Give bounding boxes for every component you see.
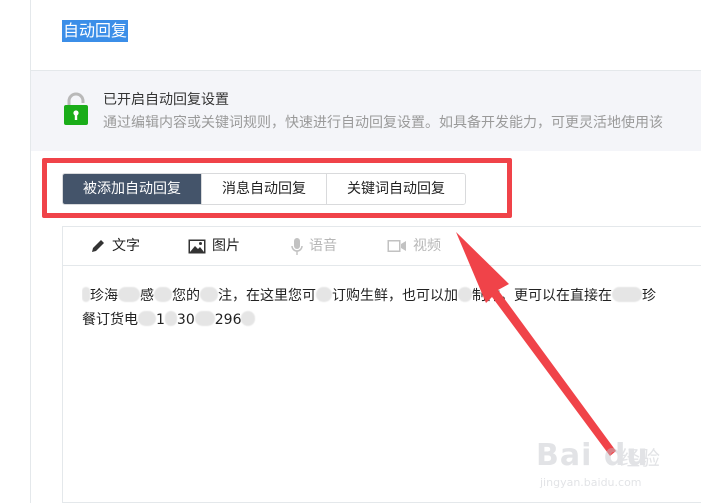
image-icon — [188, 239, 206, 253]
pencil-icon — [92, 240, 104, 252]
toolbar-video-label: 视频 — [413, 238, 441, 254]
toolbar-image-label: 图片 — [212, 238, 240, 254]
redacted-text — [154, 287, 172, 302]
video-icon — [387, 240, 406, 252]
content-line-2: 餐订货电 1 30 296 — [82, 308, 701, 332]
redacted-text — [118, 287, 140, 302]
redacted-text — [241, 311, 256, 326]
microphone-icon — [291, 237, 303, 255]
toolbar-video-button[interactable]: 视频 — [387, 227, 441, 265]
banner-description: 通过编辑内容或关键词规则，快速进行自动回复设置。如具备开发能力，可更灵活地使用该 — [103, 115, 663, 131]
redacted-text — [316, 287, 332, 302]
toolbar-text-button[interactable]: 文字 — [90, 227, 140, 265]
toolbar-text-label: 文字 — [112, 238, 140, 254]
reply-content[interactable]: 珍海感您的 注，在这里您可 订购生鲜，也可以加 制作。更可以在直接在珍 餐订货电 1 30… — [82, 284, 701, 332]
content-line-1: 珍海感您的 注，在这里您可 订购生鲜，也可以加 制作。更可以在直接在珍 — [82, 284, 701, 308]
redacted-text — [200, 287, 218, 302]
toolbar-voice-label: 语音 — [309, 238, 337, 254]
baidu-jingyan-watermark: Bai du 经验 jingyan.baidu.com — [536, 432, 696, 496]
redacted-text — [612, 287, 642, 302]
lock-icon — [64, 92, 88, 125]
watermark-text: 经验 — [620, 446, 660, 470]
redacted-text — [82, 287, 90, 302]
page-title: 自动回复 — [62, 20, 129, 42]
annotation-highlight-box — [42, 158, 512, 218]
status-banner — [31, 71, 701, 151]
toolbar-image-button[interactable]: 图片 — [188, 227, 240, 265]
redacted-text — [164, 311, 177, 326]
redacted-text — [458, 287, 472, 302]
redacted-text — [194, 311, 215, 326]
toolbar-voice-button[interactable]: 语音 — [291, 227, 337, 265]
editor-toolbar: 文字 图片 语音 视频 — [63, 227, 701, 266]
banner-title: 已开启自动回复设置 — [103, 92, 229, 108]
redacted-text — [138, 311, 156, 326]
watermark-url: jingyan.baidu.com — [540, 476, 642, 489]
